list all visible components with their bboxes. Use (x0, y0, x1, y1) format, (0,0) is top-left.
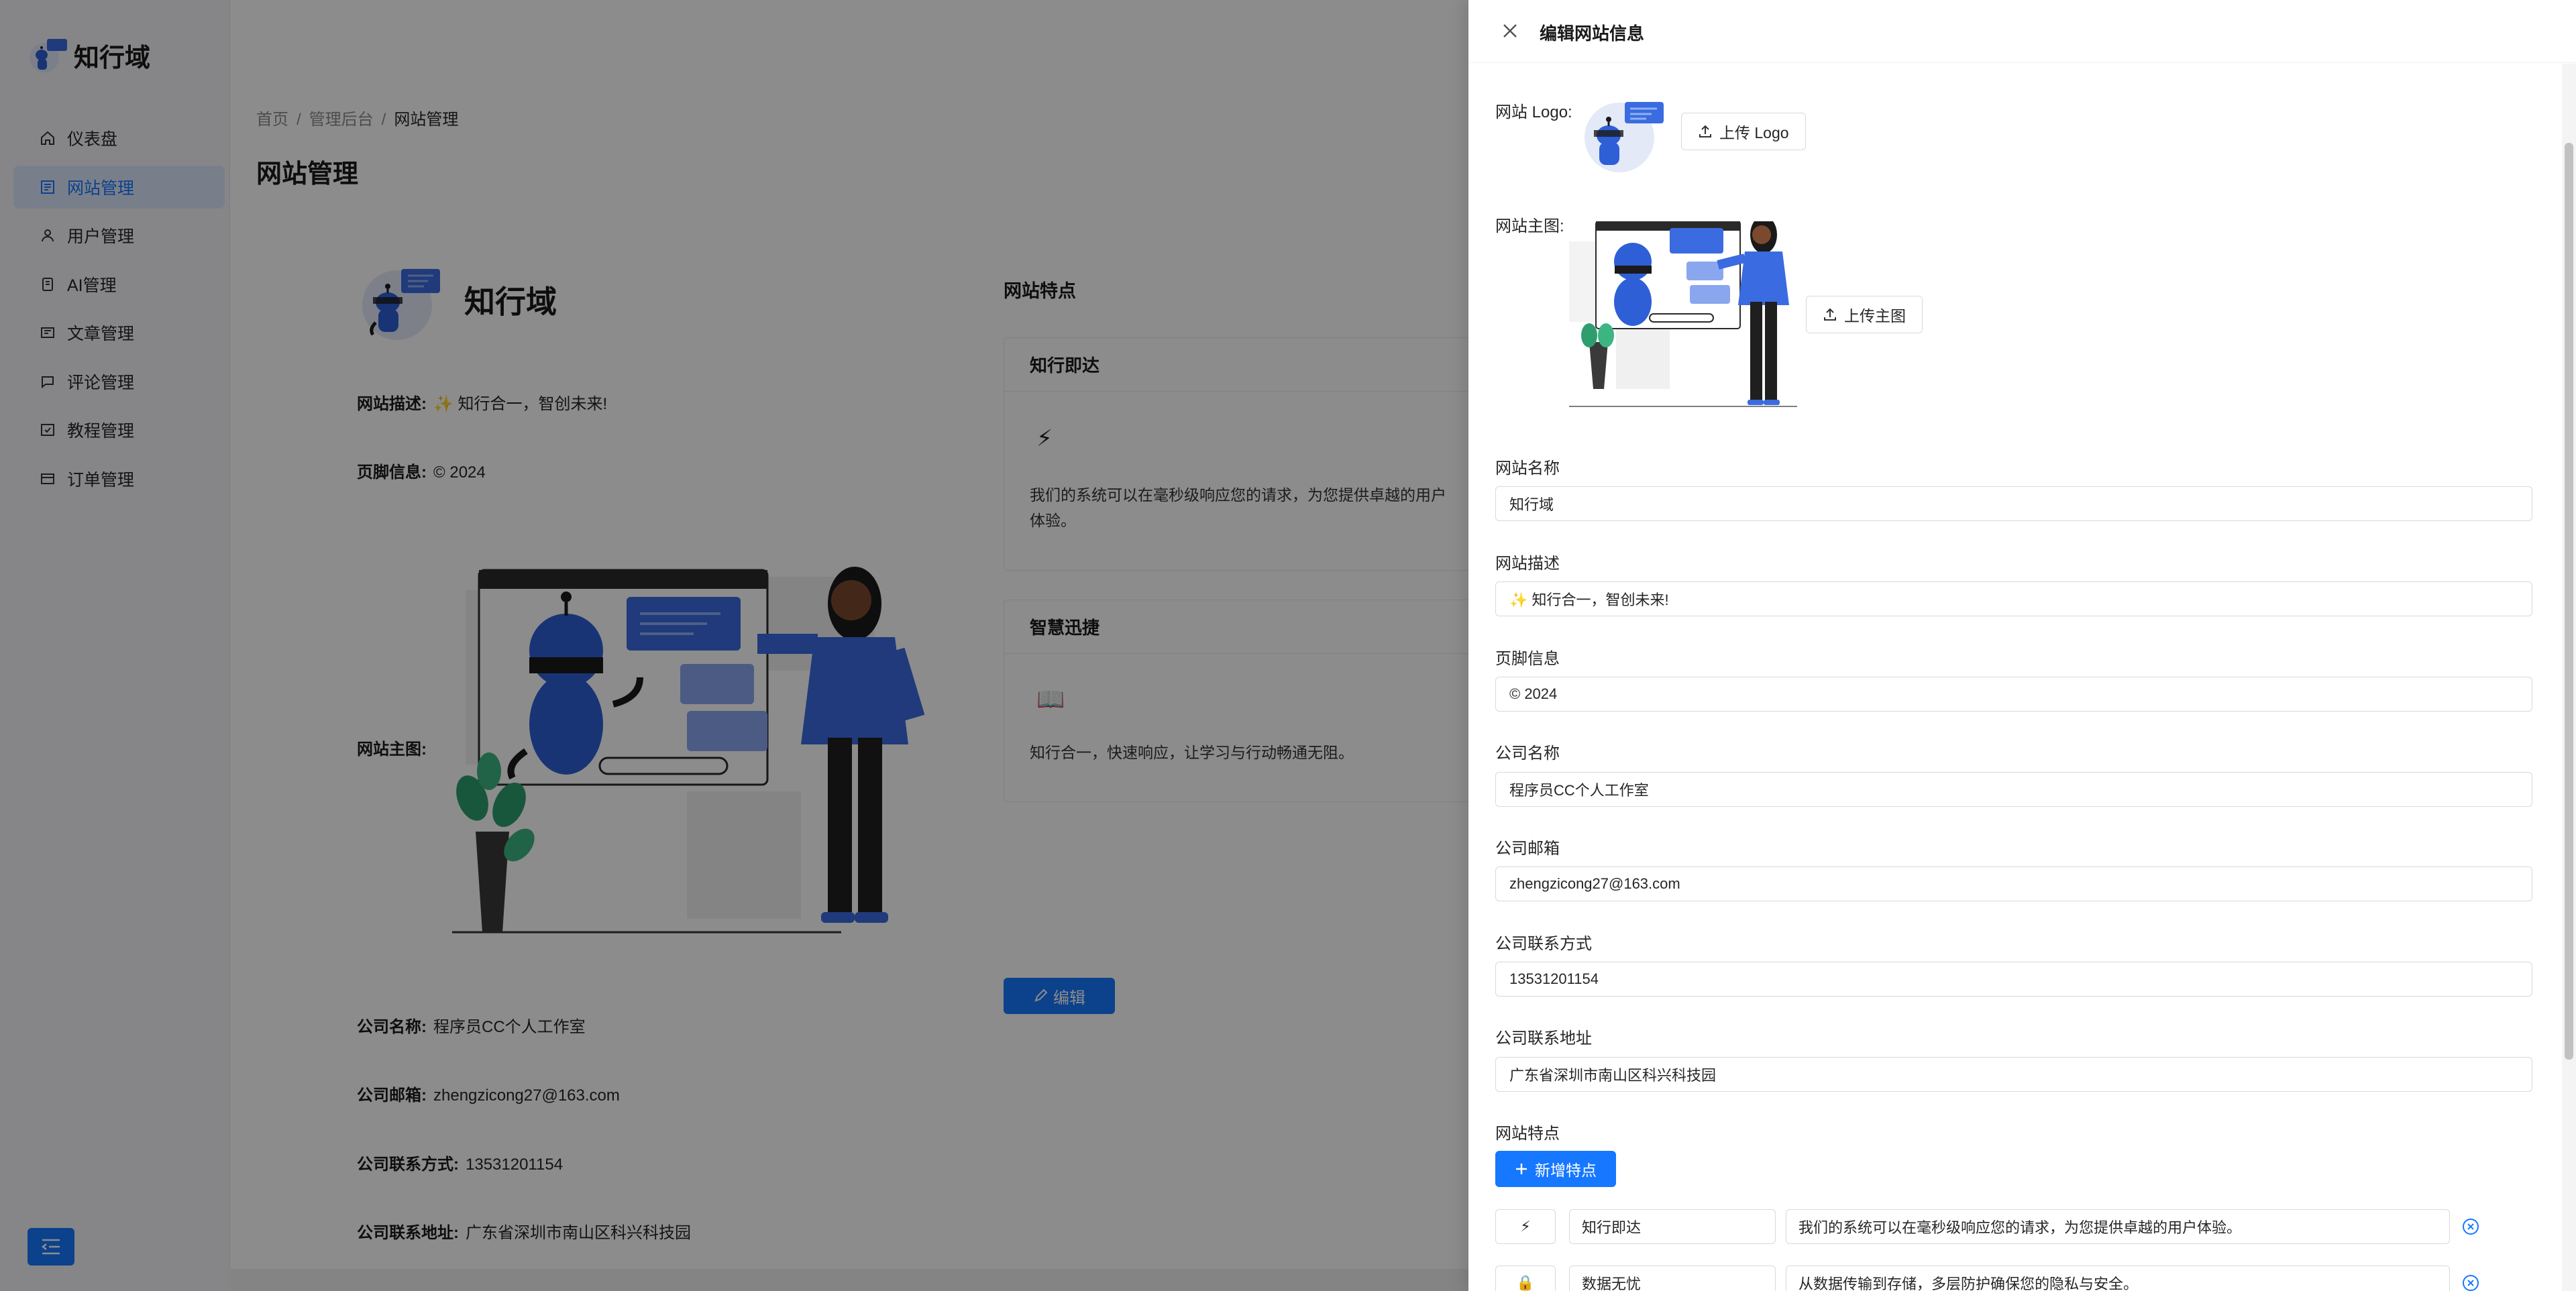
site-description-label: 网站描述 (1495, 555, 1560, 573)
remove-feature-icon[interactable] (2461, 1217, 2480, 1236)
company-phone-input[interactable]: 13531201154 (1495, 962, 2532, 997)
drawer-scrollbar-thumb[interactable] (2565, 143, 2573, 1060)
drawer-header: 编辑网站信息 (1468, 0, 2576, 63)
remove-feature-icon[interactable] (2461, 1274, 2480, 1291)
edit-site-drawer: 编辑网站信息 网站 Logo: 上传 Logo 网站主图: 上传主图 网站名称 … (1468, 0, 2576, 1291)
upload-logo-button[interactable]: 上传 Logo (1681, 113, 1806, 150)
footer-info-input[interactable]: © 2024 (1495, 677, 2532, 712)
upload-icon (1824, 308, 1836, 321)
feature-title-input[interactable]: 知行即达 (1569, 1209, 1776, 1244)
add-feature-label: 新增特点 (1535, 1162, 1597, 1179)
drawer-body: 网站 Logo: 上传 Logo 网站主图: 上传主图 网站名称 知行域 网站描… (1468, 64, 2562, 1291)
plus-icon (1516, 1164, 1527, 1174)
drawer-scrollbar[interactable] (2562, 64, 2576, 1291)
hero-image-label: 网站主图: (1495, 217, 1564, 235)
hero-image-preview (1569, 221, 1797, 407)
company-phone-label: 公司联系方式 (1495, 935, 1592, 953)
site-name-input[interactable]: 知行域 (1495, 486, 2532, 521)
logo-preview (1585, 102, 1664, 172)
upload-hero-button[interactable]: 上传主图 (1806, 296, 1923, 333)
upload-icon (1699, 125, 1711, 137)
feature-icon-input[interactable]: ⚡ (1495, 1209, 1556, 1244)
company-name-label: 公司名称 (1495, 744, 1560, 763)
logo-label: 网站 Logo: (1495, 103, 1572, 121)
close-icon[interactable] (1499, 20, 1521, 42)
footer-info-label: 页脚信息 (1495, 650, 1560, 668)
features-label: 网站特点 (1495, 1125, 1560, 1143)
upload-hero-label: 上传主图 (1844, 307, 1906, 325)
feature-icon-input[interactable]: 🔒 (1495, 1266, 1556, 1291)
upload-logo-label: 上传 Logo (1719, 124, 1789, 142)
company-email-input[interactable]: zhengzicong27@163.com (1495, 866, 2532, 901)
company-email-label: 公司邮箱 (1495, 840, 1560, 858)
add-feature-button[interactable]: 新增特点 (1495, 1151, 1616, 1187)
company-address-input[interactable]: 广东省深圳市南山区科兴科技园 (1495, 1057, 2532, 1092)
site-name-label: 网站名称 (1495, 459, 1560, 478)
feature-desc-input[interactable]: 从数据传输到存储，多层防护确保您的隐私与安全。 (1786, 1266, 2450, 1291)
company-address-label: 公司联系地址 (1495, 1029, 1592, 1048)
drawer-title: 编辑网站信息 (1540, 23, 1645, 44)
feature-desc-input[interactable]: 我们的系统可以在毫秒级响应您的请求，为您提供卓越的用户体验。 (1786, 1209, 2450, 1244)
company-name-input[interactable]: 程序员CC个人工作室 (1495, 772, 2532, 807)
site-description-input[interactable]: ✨ 知行合一，智创未来! (1495, 581, 2532, 616)
feature-title-input[interactable]: 数据无忧 (1569, 1266, 1776, 1291)
